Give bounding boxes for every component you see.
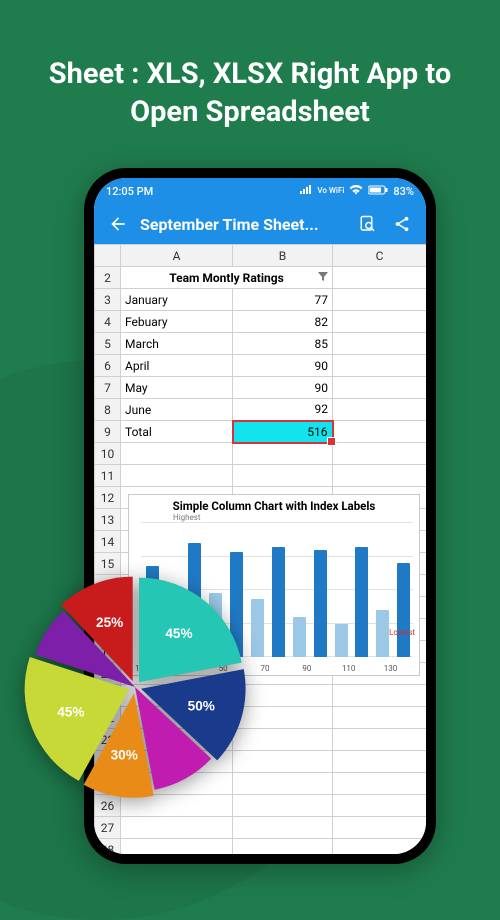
row-num[interactable]: 11 xyxy=(95,465,121,487)
status-battery: 83% xyxy=(393,185,414,198)
status-bar: 12:05 PM Vo WiFi 83% xyxy=(94,178,426,204)
row-num[interactable]: 8 xyxy=(95,399,121,421)
status-network: Vo WiFi xyxy=(317,187,344,195)
status-time: 12:05 PM xyxy=(106,185,153,198)
pie-chart: 45% 50% 30% 45% 25% xyxy=(20,572,250,802)
row-num[interactable]: 9 xyxy=(95,421,121,443)
table-title-cell[interactable]: Team Montly Ratings xyxy=(121,267,333,289)
cell[interactable] xyxy=(333,465,427,487)
chart-bar xyxy=(376,610,389,657)
cell[interactable] xyxy=(333,817,427,839)
cell[interactable]: May xyxy=(121,377,233,399)
cell[interactable] xyxy=(121,817,233,839)
row-num[interactable]: 3 xyxy=(95,289,121,311)
chart-bar xyxy=(293,617,306,657)
pie-label: 45% xyxy=(57,705,84,720)
cell[interactable]: Total xyxy=(121,421,233,443)
wifi-icon xyxy=(349,185,363,198)
row-num[interactable]: 12 xyxy=(95,487,121,509)
cell[interactable] xyxy=(333,311,427,333)
row-num[interactable]: 4 xyxy=(95,311,121,333)
cell[interactable] xyxy=(333,795,427,817)
cell[interactable] xyxy=(333,443,427,465)
cell[interactable] xyxy=(333,685,427,707)
cell[interactable]: 92 xyxy=(233,399,333,421)
cell[interactable] xyxy=(233,817,333,839)
chart-bar xyxy=(314,550,327,657)
cell[interactable]: 85 xyxy=(233,333,333,355)
cell[interactable]: 77 xyxy=(233,289,333,311)
chart-x-label: 70 xyxy=(261,664,270,673)
cell[interactable] xyxy=(333,333,427,355)
cell[interactable] xyxy=(121,465,233,487)
cell[interactable] xyxy=(333,399,427,421)
col-header-b[interactable]: B xyxy=(233,245,333,267)
row-num[interactable]: 2 xyxy=(95,267,121,289)
cell[interactable] xyxy=(121,443,233,465)
chart-bar xyxy=(335,624,348,658)
row-num[interactable]: 7 xyxy=(95,377,121,399)
row-num[interactable]: 27 xyxy=(95,817,121,839)
cell[interactable] xyxy=(333,421,427,443)
pie-label: 30% xyxy=(111,747,138,762)
chart-bar xyxy=(251,599,264,657)
cell[interactable]: Febuary xyxy=(121,311,233,333)
col-header-c[interactable]: C xyxy=(333,245,427,267)
cell[interactable] xyxy=(333,751,427,773)
back-button[interactable] xyxy=(106,212,130,236)
cell[interactable]: 90 xyxy=(233,355,333,377)
row-num[interactable]: 6 xyxy=(95,355,121,377)
pie-label: 25% xyxy=(96,615,123,630)
cell[interactable]: June xyxy=(121,399,233,421)
share-button[interactable] xyxy=(390,212,414,236)
chart-title: Simple Column Chart with Index Labels xyxy=(129,495,419,513)
chart-annotation: Lowest xyxy=(389,628,415,637)
cell[interactable] xyxy=(333,355,427,377)
cell[interactable] xyxy=(333,707,427,729)
cell[interactable] xyxy=(333,267,427,289)
chart-x-label: 130 xyxy=(384,664,398,673)
row-num[interactable]: 10 xyxy=(95,443,121,465)
row-num[interactable]: 13 xyxy=(95,509,121,531)
row-num[interactable]: 28 xyxy=(95,839,121,855)
pie-label: 50% xyxy=(188,698,215,713)
col-header-a[interactable]: A xyxy=(121,245,233,267)
row-num[interactable]: 14 xyxy=(95,531,121,553)
filter-icon[interactable] xyxy=(318,271,328,285)
cell[interactable]: March xyxy=(121,333,233,355)
app-bar: September Time Sheet... xyxy=(94,204,426,244)
chart-x-label: 90 xyxy=(302,664,311,673)
chart-bar xyxy=(397,563,410,657)
find-button[interactable] xyxy=(356,212,380,236)
cell[interactable] xyxy=(233,839,333,855)
cell[interactable] xyxy=(121,839,233,855)
cell[interactable] xyxy=(333,289,427,311)
promo-headline: Sheet : XLS, XLSX Right App to Open Spre… xyxy=(0,56,500,131)
cell[interactable]: April xyxy=(121,355,233,377)
chart-annotation: Highest xyxy=(173,513,201,522)
corner-cell[interactable] xyxy=(95,245,121,267)
cell[interactable] xyxy=(333,377,427,399)
cell[interactable]: 90 xyxy=(233,377,333,399)
cell[interactable]: January xyxy=(121,289,233,311)
chart-x-label: 110 xyxy=(342,664,356,673)
cell[interactable] xyxy=(333,839,427,855)
app-title: September Time Sheet... xyxy=(140,215,346,234)
pie-label: 45% xyxy=(165,626,192,641)
signal-icon xyxy=(300,185,312,198)
cell[interactable] xyxy=(333,729,427,751)
cell[interactable] xyxy=(333,773,427,795)
chart-bar xyxy=(272,547,285,657)
cell[interactable] xyxy=(233,465,333,487)
table-title: Team Montly Ratings xyxy=(169,271,284,285)
battery-icon xyxy=(368,185,388,198)
cell[interactable]: 82 xyxy=(233,311,333,333)
chart-bar xyxy=(355,547,368,657)
cell[interactable]: 516 xyxy=(233,421,333,443)
cell[interactable] xyxy=(233,443,333,465)
row-num[interactable]: 5 xyxy=(95,333,121,355)
